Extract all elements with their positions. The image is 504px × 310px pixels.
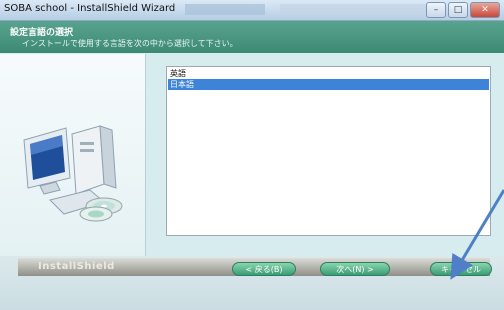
- back-button[interactable]: < 戻る(B): [232, 262, 296, 276]
- blurred-title-region: [185, 4, 265, 15]
- installshield-window: SOBA school - InstallShield Wizard – □ ✕…: [0, 0, 504, 310]
- page-title: 設定言語の選択: [10, 28, 74, 38]
- wizard-body: 英語 日本語: [0, 54, 504, 256]
- brand-bar: InstallShield < 戻る(B) 次へ(N) > キャンセル: [18, 258, 492, 276]
- blurred-title-region-2: [280, 4, 430, 15]
- language-option-english[interactable]: 英語: [168, 68, 489, 79]
- installshield-logo: InstallShield: [38, 261, 115, 272]
- minimize-button[interactable]: –: [426, 2, 446, 18]
- cd-disc-icon: [79, 197, 123, 222]
- language-option-japanese[interactable]: 日本語: [168, 79, 489, 90]
- next-button[interactable]: 次へ(N) >: [320, 262, 390, 276]
- window-title: SOBA school - InstallShield Wizard: [4, 3, 176, 14]
- window-controls: – □ ✕: [426, 2, 500, 18]
- cancel-button[interactable]: キャンセル: [430, 262, 492, 276]
- close-button[interactable]: ✕: [470, 2, 500, 18]
- illustration-panel: [0, 54, 145, 256]
- title-bar[interactable]: SOBA school - InstallShield Wizard – □ ✕: [0, 0, 504, 21]
- language-listbox[interactable]: 英語 日本語: [166, 66, 491, 236]
- maximize-button[interactable]: □: [448, 2, 468, 18]
- panel-divider: [145, 54, 146, 256]
- wizard-header: 設定言語の選択 インストールで使用する言語を次の中から選択して下さい。: [0, 21, 504, 53]
- page-subtitle: インストールで使用する言語を次の中から選択して下さい。: [22, 39, 238, 48]
- wizard-footer: InstallShield < 戻る(B) 次へ(N) > キャンセル: [0, 256, 504, 310]
